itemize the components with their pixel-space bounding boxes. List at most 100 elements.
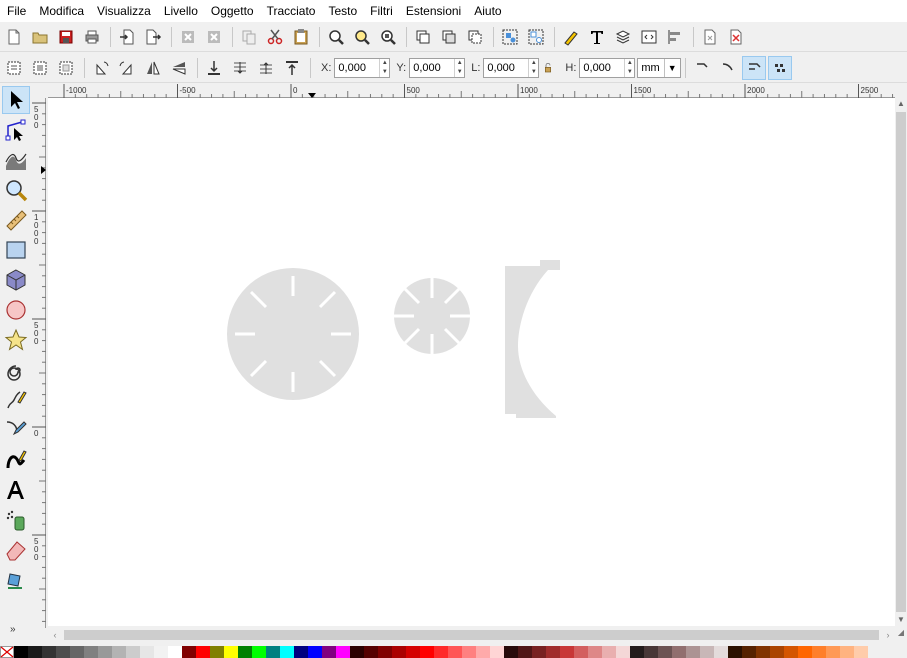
menu-filters[interactable]: Filtri [367,0,396,22]
height-spinbox[interactable]: ▲▼ [579,57,636,78]
transform-gradients-icon[interactable] [741,55,766,80]
color-swatch[interactable] [378,646,392,658]
zoom-drawing-icon[interactable] [350,25,374,49]
clone-icon[interactable] [437,25,461,49]
preferences-icon[interactable] [724,25,748,49]
flip-vertical-icon[interactable] [167,56,191,80]
toolbox-overflow-button[interactable]: » [10,624,16,635]
color-swatch[interactable] [266,646,280,658]
color-swatch[interactable] [112,646,126,658]
color-swatch[interactable] [770,646,784,658]
cut-icon[interactable] [263,25,287,49]
color-swatch[interactable] [42,646,56,658]
color-swatch[interactable] [504,646,518,658]
x-spin-arrows[interactable]: ▲ ▼ [379,58,389,77]
menu-path[interactable]: Tracciato [264,0,319,22]
color-swatch[interactable] [588,646,602,658]
color-swatch[interactable] [168,646,182,658]
x-input[interactable] [335,58,380,77]
zoom-selection-icon[interactable] [324,25,348,49]
small-wheel-shape[interactable] [394,278,470,354]
color-swatch[interactable] [350,646,364,658]
spray-tool-icon[interactable] [2,506,30,534]
color-swatch[interactable] [28,646,42,658]
color-swatch[interactable] [210,646,224,658]
color-swatch[interactable] [854,646,868,658]
document-properties-icon[interactable] [698,25,722,49]
raise-icon[interactable] [254,56,278,80]
import-icon[interactable] [115,25,139,49]
width-spin-arrows[interactable]: ▲ ▼ [528,58,538,77]
color-swatch[interactable] [308,646,322,658]
rectangle-tool-icon[interactable] [2,236,30,264]
pencil-tool-icon[interactable] [2,386,30,414]
color-swatch[interactable] [742,646,756,658]
copy-icon[interactable] [237,25,261,49]
save-icon[interactable] [54,25,78,49]
color-swatch[interactable] [714,646,728,658]
color-swatch[interactable] [616,646,630,658]
color-swatch[interactable] [70,646,84,658]
selector-tool-icon[interactable] [2,86,30,114]
menu-object[interactable]: Oggetto [208,0,257,22]
redo-icon[interactable] [202,25,226,49]
height-spin-arrows[interactable]: ▲ ▼ [624,58,634,77]
color-swatch[interactable] [56,646,70,658]
color-swatch[interactable] [798,646,812,658]
zoom-tool-icon[interactable] [2,176,30,204]
color-swatch[interactable] [490,646,504,658]
color-swatch[interactable] [700,646,714,658]
unit-select[interactable]: mm ▼ [637,57,681,78]
color-swatch[interactable] [546,646,560,658]
chevron-down-icon[interactable]: ▼ [663,58,680,77]
zoom-corner-icon[interactable]: ◢ [895,628,907,642]
color-swatch[interactable] [322,646,336,658]
width-spinbox[interactable]: ▲▼ [483,57,540,78]
horizontal-scrollbar[interactable]: ‹ › [48,628,895,642]
color-swatch[interactable] [336,646,350,658]
select-all-layers-icon[interactable] [28,56,52,80]
zoom-page-icon[interactable] [376,25,400,49]
lower-icon[interactable] [228,56,252,80]
star-tool-icon[interactable] [2,326,30,354]
layers-icon[interactable] [611,25,635,49]
color-swatch[interactable] [476,646,490,658]
horizontal-scroll-thumb[interactable] [64,630,879,640]
new-document-icon[interactable] [2,25,26,49]
text-font-icon[interactable] [585,25,609,49]
color-swatch[interactable] [812,646,826,658]
color-swatch[interactable] [728,646,742,658]
rotate-cw-icon[interactable] [115,56,139,80]
menu-extensions[interactable]: Estensioni [403,0,464,22]
x-spinbox[interactable]: ▲▼ [334,57,391,78]
lower-to-bottom-icon[interactable] [202,56,226,80]
color-swatch[interactable] [238,646,252,658]
scale-stroke-icon[interactable] [690,56,714,80]
color-swatch[interactable] [532,646,546,658]
ungroup-icon[interactable] [524,25,548,49]
color-swatch[interactable] [644,646,658,658]
color-swatch[interactable] [252,646,266,658]
color-swatch[interactable] [448,646,462,658]
color-swatch[interactable] [364,646,378,658]
pen-tool-icon[interactable] [2,416,30,444]
transform-patterns-icon[interactable] [767,55,792,80]
export-icon[interactable] [141,25,165,49]
open-icon[interactable] [28,25,52,49]
xml-editor-icon[interactable] [637,25,661,49]
color-swatch[interactable] [224,646,238,658]
box3d-tool-icon[interactable] [2,266,30,294]
color-swatch[interactable] [756,646,770,658]
color-swatch[interactable] [462,646,476,658]
color-swatch[interactable] [406,646,420,658]
scroll-left-icon[interactable]: ‹ [48,628,62,642]
color-swatch[interactable] [784,646,798,658]
menu-help[interactable]: Aiuto [471,0,504,22]
y-spinbox[interactable]: ▲▼ [409,57,466,78]
eraser-tool-icon[interactable] [2,536,30,564]
scale-corners-icon[interactable] [716,56,740,80]
large-dial-shape[interactable] [227,268,359,400]
color-swatch[interactable] [126,646,140,658]
undo-icon[interactable] [176,25,200,49]
measure-tool-icon[interactable] [2,206,30,234]
